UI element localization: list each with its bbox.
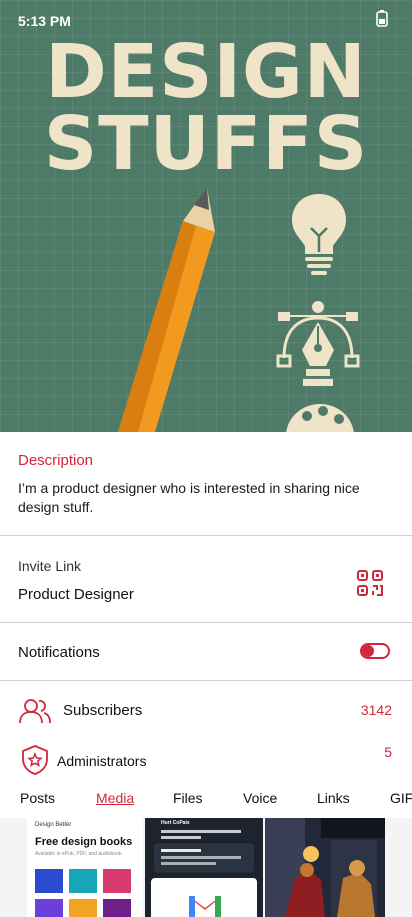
- invite-link-label: Invite Link: [18, 558, 82, 574]
- pen-tool-icon: [276, 301, 360, 386]
- tab-links[interactable]: Links: [317, 790, 350, 806]
- tab-voice[interactable]: Voice: [243, 790, 277, 806]
- media-thumbnail[interactable]: Hurt CoPais: [145, 818, 263, 917]
- administrators-label[interactable]: Administrators: [57, 753, 146, 769]
- tab-media[interactable]: Media: [96, 790, 134, 806]
- illustration-image: [265, 818, 385, 917]
- description-label: Description: [18, 452, 94, 469]
- subscribers-count: 3142: [360, 702, 392, 718]
- description-section: Description I’m a product designer who i…: [18, 452, 394, 517]
- thumbnail-author: Hurt CoPais: [161, 820, 190, 826]
- media-thumbnail[interactable]: Design Better Free design books Availabl…: [27, 818, 143, 917]
- channel-cover-image: 5:13 PM DESIGN STUFFS: [0, 0, 412, 432]
- notifications-label: Notifications: [18, 644, 100, 661]
- subscribers-label[interactable]: Subscribers: [63, 702, 142, 719]
- thumbnail-subtitle: Available in ePub, PDF, and audiobook.: [35, 851, 123, 857]
- thumbnail-headline: Free design books: [35, 836, 133, 848]
- description-text: I’m a product designer who is interested…: [18, 480, 360, 515]
- thumbnail-brand: Design Better: [35, 822, 72, 828]
- administrators-count: 5: [384, 744, 392, 760]
- subscribers-icon: [19, 699, 51, 724]
- lightbulb-icon: [292, 194, 346, 275]
- cover-title-line-2: STUFFS: [43, 101, 369, 187]
- qr-code-icon[interactable]: [357, 570, 383, 596]
- gmail-icon: [189, 896, 221, 917]
- tab-posts[interactable]: Posts: [20, 790, 55, 806]
- divider: [0, 680, 412, 681]
- media-tabs: Posts Media Files Voice Links GIF: [0, 790, 412, 812]
- tab-gif[interactable]: GIF: [390, 790, 412, 806]
- notifications-toggle[interactable]: [360, 643, 390, 659]
- divider: [0, 535, 412, 536]
- invite-link-value[interactable]: Product Designer: [18, 586, 134, 603]
- media-grid: Design Better Free design books Availabl…: [0, 818, 412, 917]
- book-covers-image: [35, 869, 131, 917]
- tweet-text-lines: [154, 830, 254, 873]
- tab-files[interactable]: Files: [173, 790, 203, 806]
- divider: [0, 622, 412, 623]
- palette-icon: [286, 404, 354, 432]
- status-time: 5:13 PM: [18, 13, 71, 29]
- gmail-card: [151, 878, 257, 917]
- administrators-icon: [22, 745, 48, 775]
- cover-title: DESIGN STUFFS: [0, 29, 412, 187]
- battery-icon: [376, 10, 388, 27]
- cover-title-line-1: DESIGN: [45, 29, 367, 115]
- media-thumbnail[interactable]: [265, 818, 385, 917]
